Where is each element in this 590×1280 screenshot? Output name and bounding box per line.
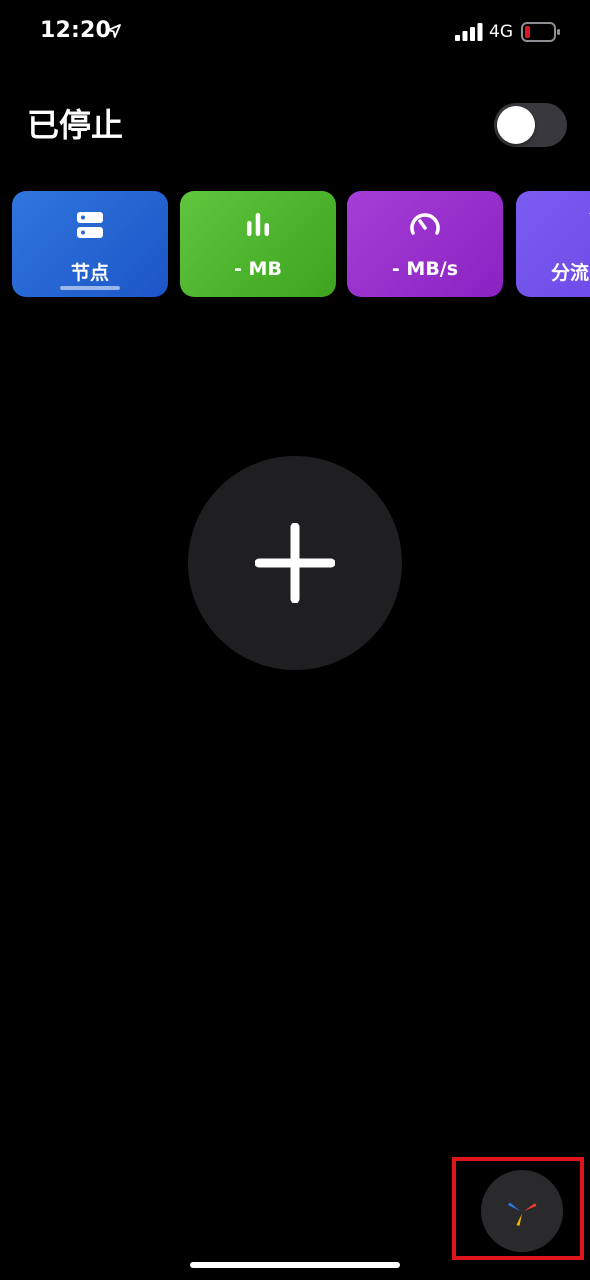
speedometer-icon — [410, 213, 440, 235]
nodes-card-label: 节点 — [70, 262, 109, 284]
connection-status-title: 已停止 — [27, 106, 124, 144]
floating-assistant-button[interactable] — [481, 1170, 563, 1252]
add-config-button[interactable] — [188, 456, 402, 670]
traffic-card-label: - MB — [234, 258, 282, 280]
speed-card[interactable]: - MB/s — [347, 191, 503, 297]
rules-card-label: 分流 — [551, 262, 590, 284]
battery-low-icon — [521, 22, 560, 42]
rules-card[interactable]: 分流 — [516, 191, 590, 297]
speed-card-label: - MB/s — [391, 258, 459, 280]
nodes-card[interactable]: 节点 — [12, 191, 168, 297]
stats-card-strip: 节点 - MB - MB/s 分流 — [0, 190, 590, 300]
filter-icon — [589, 213, 590, 215]
location-arrow-icon — [107, 24, 121, 38]
network-type: 4G — [489, 22, 513, 42]
pinwheel-logo-icon — [508, 1202, 537, 1226]
traffic-card[interactable]: - MB — [180, 191, 336, 297]
status-time: 12:20 — [40, 18, 112, 43]
cellular-signal-icon — [455, 23, 483, 41]
plus-icon — [255, 523, 335, 603]
home-indicator[interactable] — [190, 1262, 400, 1268]
toggle-knob — [497, 106, 535, 144]
server-icon — [77, 212, 103, 238]
bar-chart-icon — [247, 213, 269, 236]
selected-indicator — [60, 286, 120, 290]
status-bar: 12:20 4G — [0, 0, 590, 64]
vpn-toggle-switch[interactable] — [494, 103, 567, 147]
